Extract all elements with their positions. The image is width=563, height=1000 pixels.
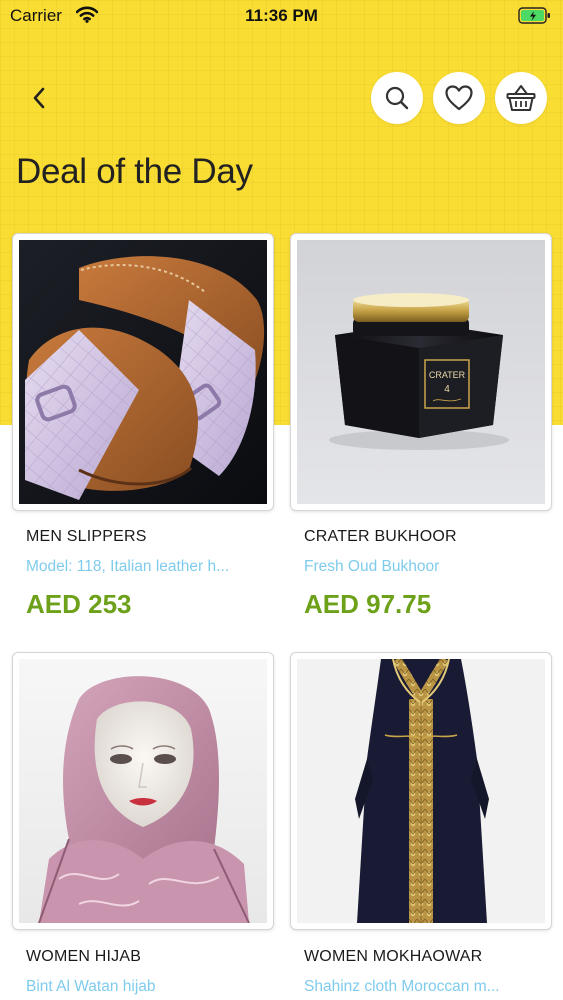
jar-label-number: 4 (444, 384, 450, 395)
search-button[interactable] (371, 72, 423, 124)
back-button[interactable] (24, 82, 54, 114)
status-bar: Carrier 11:36 PM (0, 0, 563, 32)
wishlist-button[interactable] (433, 72, 485, 124)
cart-button[interactable] (495, 72, 547, 124)
product-description: Model: 118, Italian leather h... (26, 558, 230, 575)
status-time: 11:36 PM (245, 6, 318, 25)
product-image-hijab (19, 659, 267, 923)
product-description: Bint Al Watan hijab (26, 978, 156, 995)
product-description: Shahinz cloth Moroccan m... (304, 978, 500, 995)
product-card-crater-bukhoor[interactable]: CRATER 4 (290, 233, 552, 511)
product-card-women-mokhaowar[interactable] (290, 652, 552, 930)
heart-icon (445, 85, 473, 111)
page-title: Deal of the Day (16, 152, 253, 191)
product-image-dress (297, 659, 545, 923)
product-name: MEN SLIPPERS (26, 528, 147, 545)
chevron-left-icon (33, 87, 45, 109)
product-image-bukhoor: CRATER 4 (297, 240, 545, 504)
search-icon (385, 86, 409, 110)
product-card-men-slippers[interactable] (12, 233, 274, 511)
product-price: AED 97.75 (304, 589, 432, 619)
product-name: WOMEN HIJAB (26, 948, 142, 965)
battery-icon (518, 7, 552, 30)
jar-label-text: CRATER (429, 370, 466, 380)
product-image-slippers (19, 240, 267, 504)
product-description: Fresh Oud Bukhoor (304, 558, 440, 575)
product-name: CRATER BUKHOOR (304, 528, 457, 545)
product-price: AED 253 (26, 589, 132, 619)
product-card-women-hijab[interactable] (12, 652, 274, 930)
product-name: WOMEN MOKHAOWAR (304, 948, 483, 965)
basket-icon (506, 85, 536, 111)
